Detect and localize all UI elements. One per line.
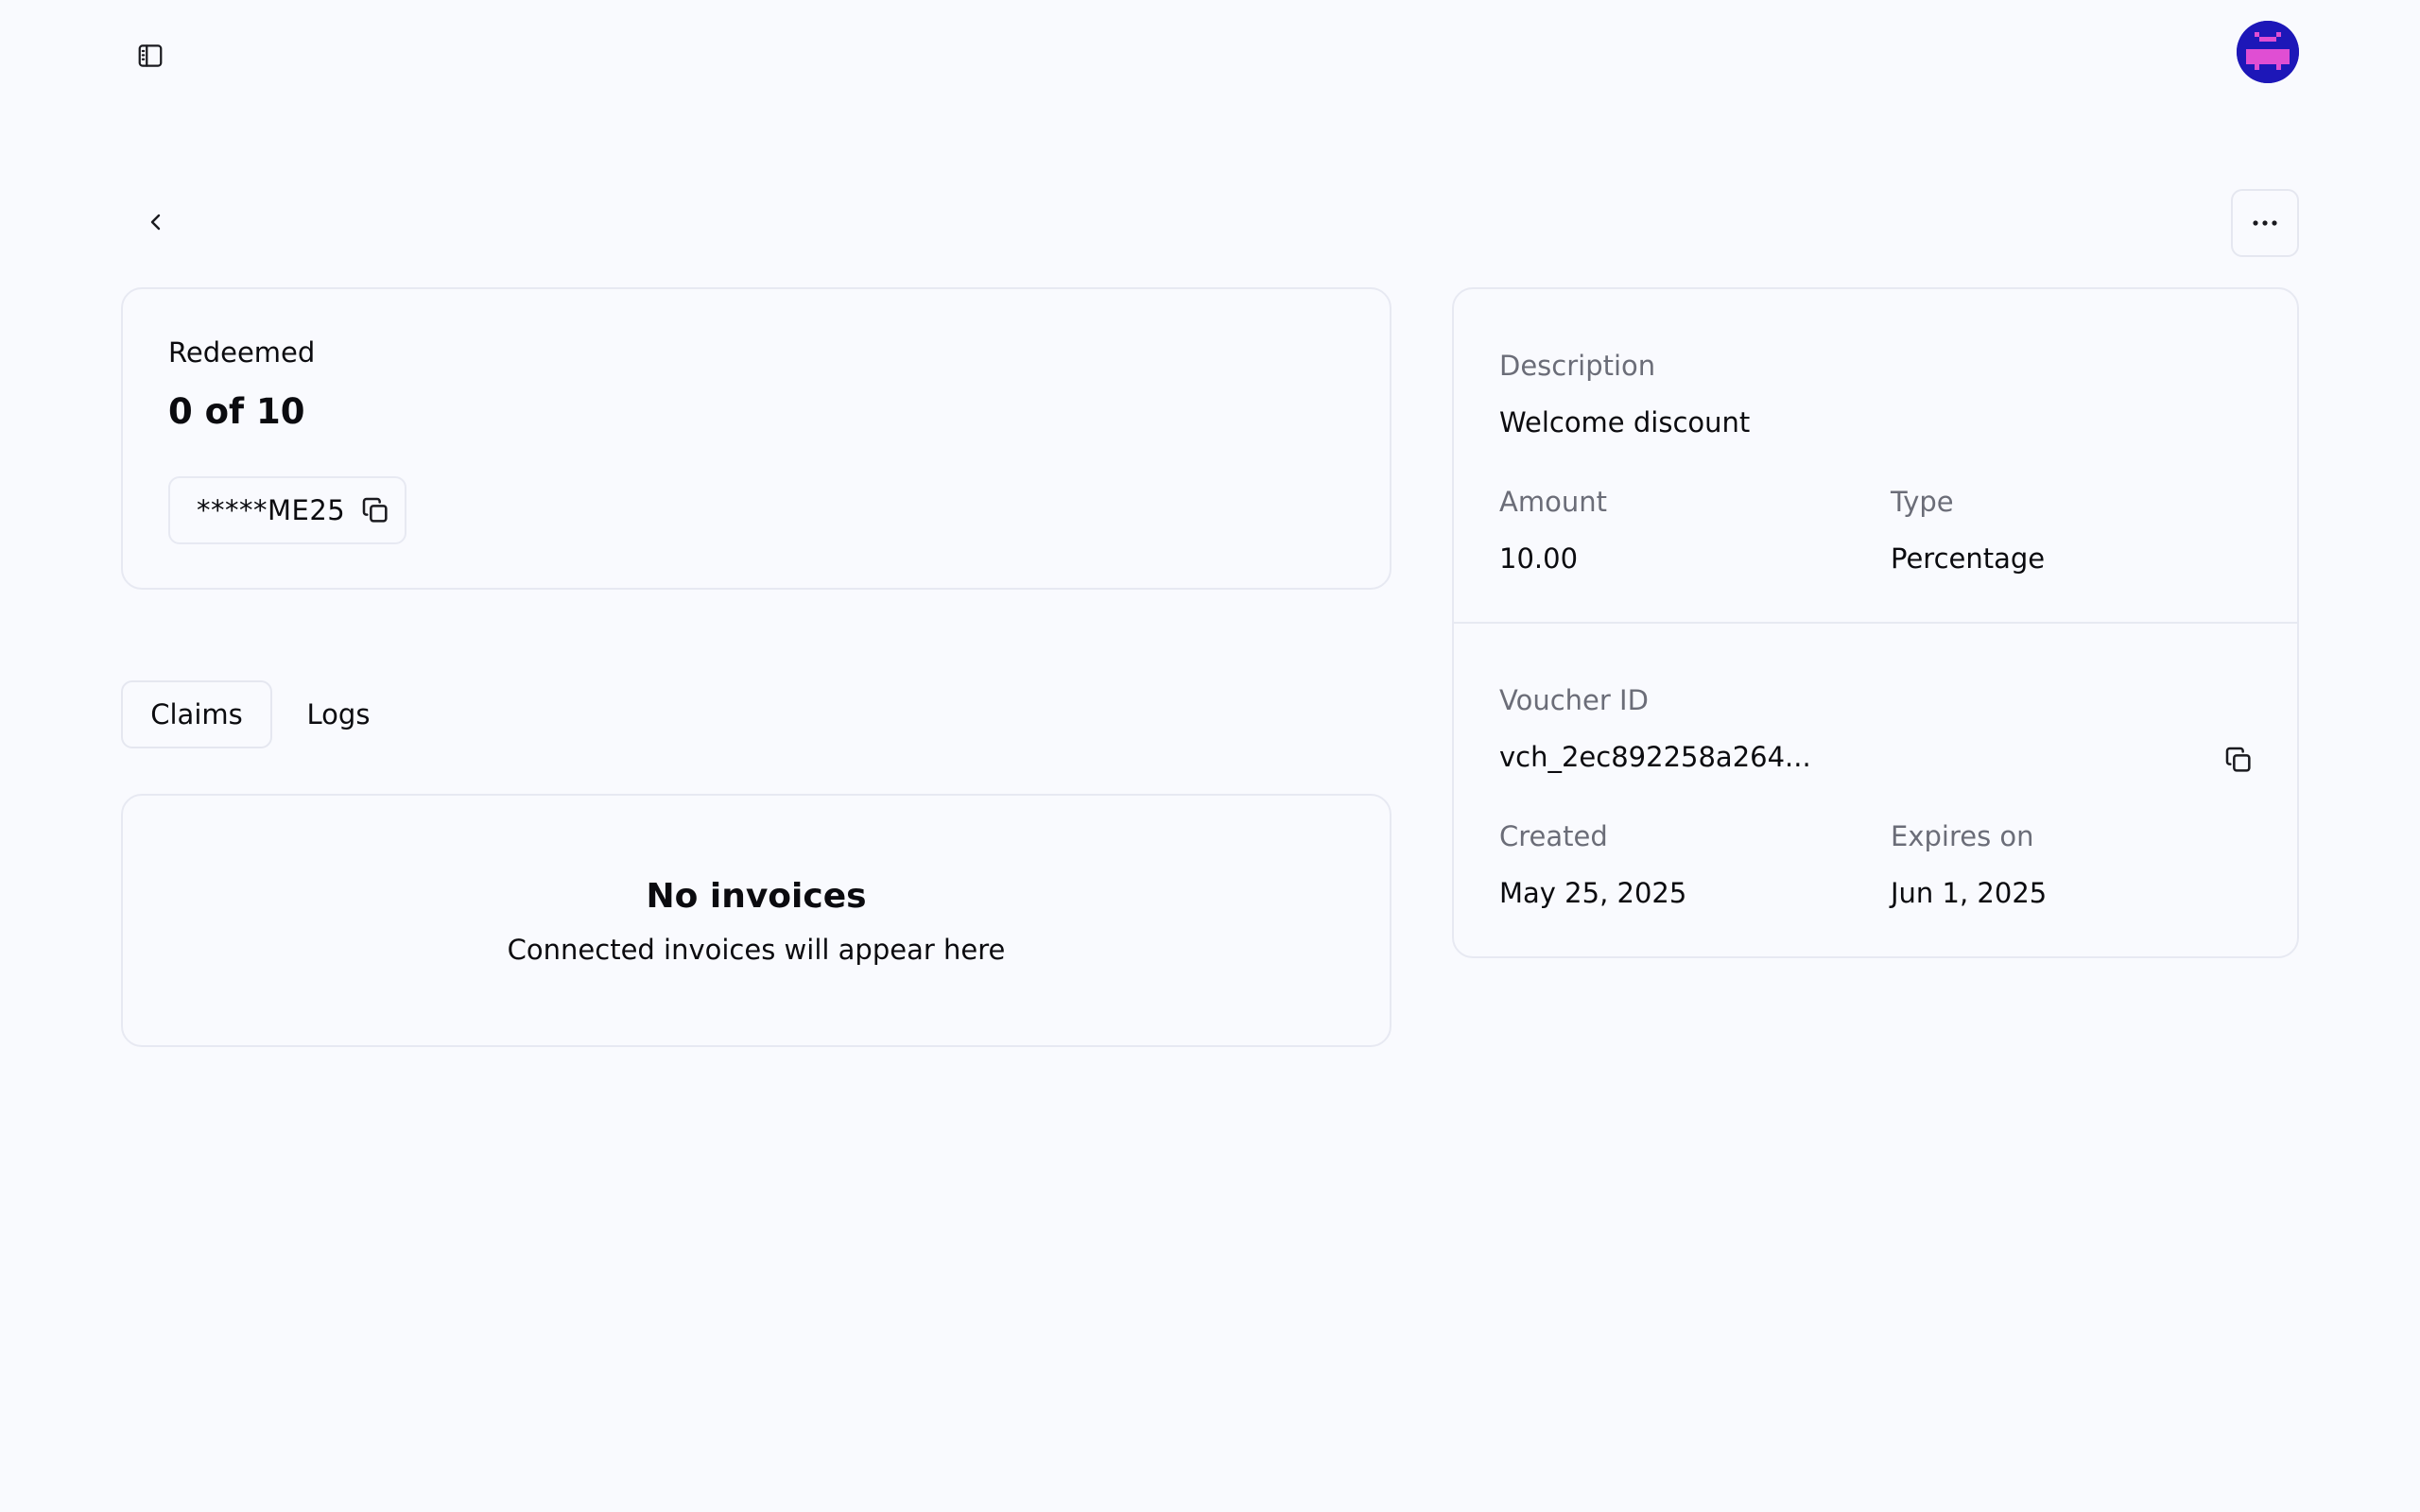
type-label: Type: [1891, 486, 1954, 518]
chevron-left-icon: [150, 214, 161, 231]
type-value: Percentage: [1891, 542, 2046, 575]
details-divider: [1454, 622, 2297, 624]
tab-logs[interactable]: Logs: [291, 680, 386, 748]
copy-icon[interactable]: [360, 495, 390, 525]
expires-value: Jun 1, 2025: [1891, 877, 2048, 909]
description-value: Welcome discount: [1499, 406, 1751, 438]
empty-state-title: No invoices: [646, 877, 867, 916]
voucher-details-card: Description Welcome discount Amount 10.0…: [1452, 287, 2299, 958]
amount-label: Amount: [1499, 486, 1607, 518]
copy-voucher-id-button[interactable]: [2220, 741, 2257, 779]
created-label: Created: [1499, 820, 1608, 852]
claims-empty-state: No invoices Connected invoices will appe…: [121, 794, 1392, 1047]
redeemed-label: Redeemed: [168, 336, 316, 369]
description-label: Description: [1499, 350, 1656, 382]
empty-state-subtitle: Connected invoices will appear here: [507, 934, 1006, 966]
back-button[interactable]: [137, 203, 175, 241]
voucher-id-label: Voucher ID: [1499, 684, 1649, 716]
redeemed-card: Redeemed 0 of 10 *****ME25: [121, 287, 1392, 590]
voucher-code: *****ME25: [197, 494, 346, 526]
sidebar-toggle-button[interactable]: [132, 38, 168, 74]
ellipsis-icon: [2253, 220, 2277, 226]
voucher-code-chip[interactable]: *****ME25: [168, 476, 406, 544]
more-options-button[interactable]: [2231, 189, 2299, 257]
avatar-pixel-face-icon: [2237, 21, 2299, 83]
created-value: May 25, 2025: [1499, 877, 1687, 909]
amount-value: 10.00: [1499, 542, 1579, 575]
tab-claims[interactable]: Claims: [121, 680, 272, 748]
avatar[interactable]: [2237, 21, 2299, 83]
voucher-id-value: vch_2ec892258a264...: [1499, 741, 1811, 773]
redeemed-count: 0 of 10: [168, 391, 305, 432]
sidebar-panel-icon: [138, 44, 163, 67]
expires-label: Expires on: [1891, 820, 2034, 852]
copy-icon: [2225, 747, 2251, 772]
